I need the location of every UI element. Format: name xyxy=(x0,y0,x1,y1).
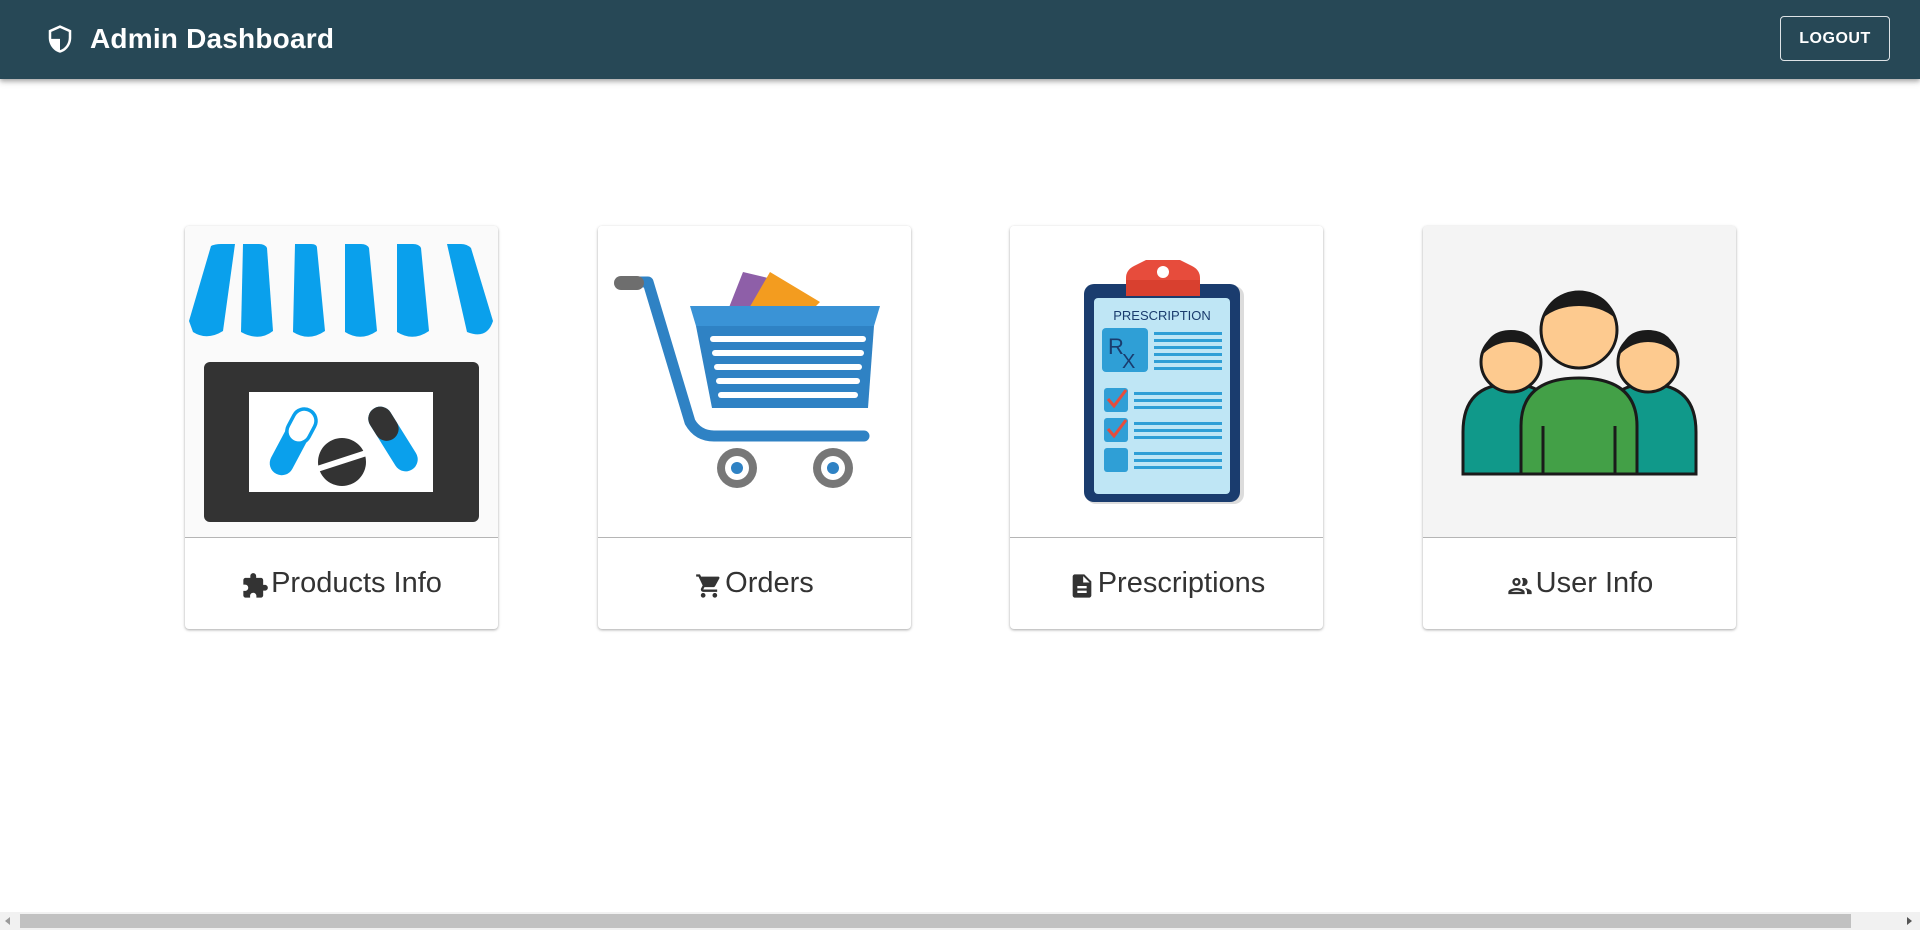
orders-label: Orders xyxy=(725,567,814,599)
puzzle-icon xyxy=(243,572,268,598)
orders-label-row: Orders xyxy=(598,538,911,629)
users-icon xyxy=(1507,577,1532,594)
prescriptions-label-row: Prescriptions xyxy=(1010,538,1323,629)
prescriptions-card[interactable]: PRESCRIPTION R X Prescriptions xyxy=(1010,226,1323,629)
horizontal-scrollbar[interactable] xyxy=(0,912,1920,930)
scrollbar-thumb[interactable] xyxy=(20,914,1851,928)
svg-text:PRESCRIPTION: PRESCRIPTION xyxy=(1113,308,1211,323)
shield-icon xyxy=(48,25,72,53)
page-title: Admin Dashboard xyxy=(90,23,335,54)
document-icon xyxy=(1072,573,1092,598)
user-info-label-row: User Info xyxy=(1423,538,1736,629)
cart-icon xyxy=(696,573,720,598)
user-info-card[interactable]: User Info xyxy=(1423,226,1736,629)
user-group-image xyxy=(1423,226,1736,538)
orders-card[interactable]: Orders xyxy=(598,226,911,629)
products-info-label-row: Products Info xyxy=(185,538,498,629)
prescriptions-label: Prescriptions xyxy=(1097,567,1266,599)
app-bar: Admin Dashboard LOGOUT xyxy=(0,0,1920,79)
products-info-label: Products Info xyxy=(271,567,442,599)
pharmacy-store-image xyxy=(185,226,498,538)
scroll-left-arrow-icon[interactable] xyxy=(5,917,10,925)
shopping-cart-image xyxy=(598,226,911,538)
user-info-label: User Info xyxy=(1535,567,1654,599)
svg-text:X: X xyxy=(1122,351,1135,373)
products-info-card[interactable]: Products Info xyxy=(185,226,498,629)
scroll-right-arrow-icon[interactable] xyxy=(1907,917,1912,925)
prescription-clipboard-image: PRESCRIPTION R X xyxy=(1010,226,1323,538)
logout-button[interactable]: LOGOUT xyxy=(1780,16,1890,61)
